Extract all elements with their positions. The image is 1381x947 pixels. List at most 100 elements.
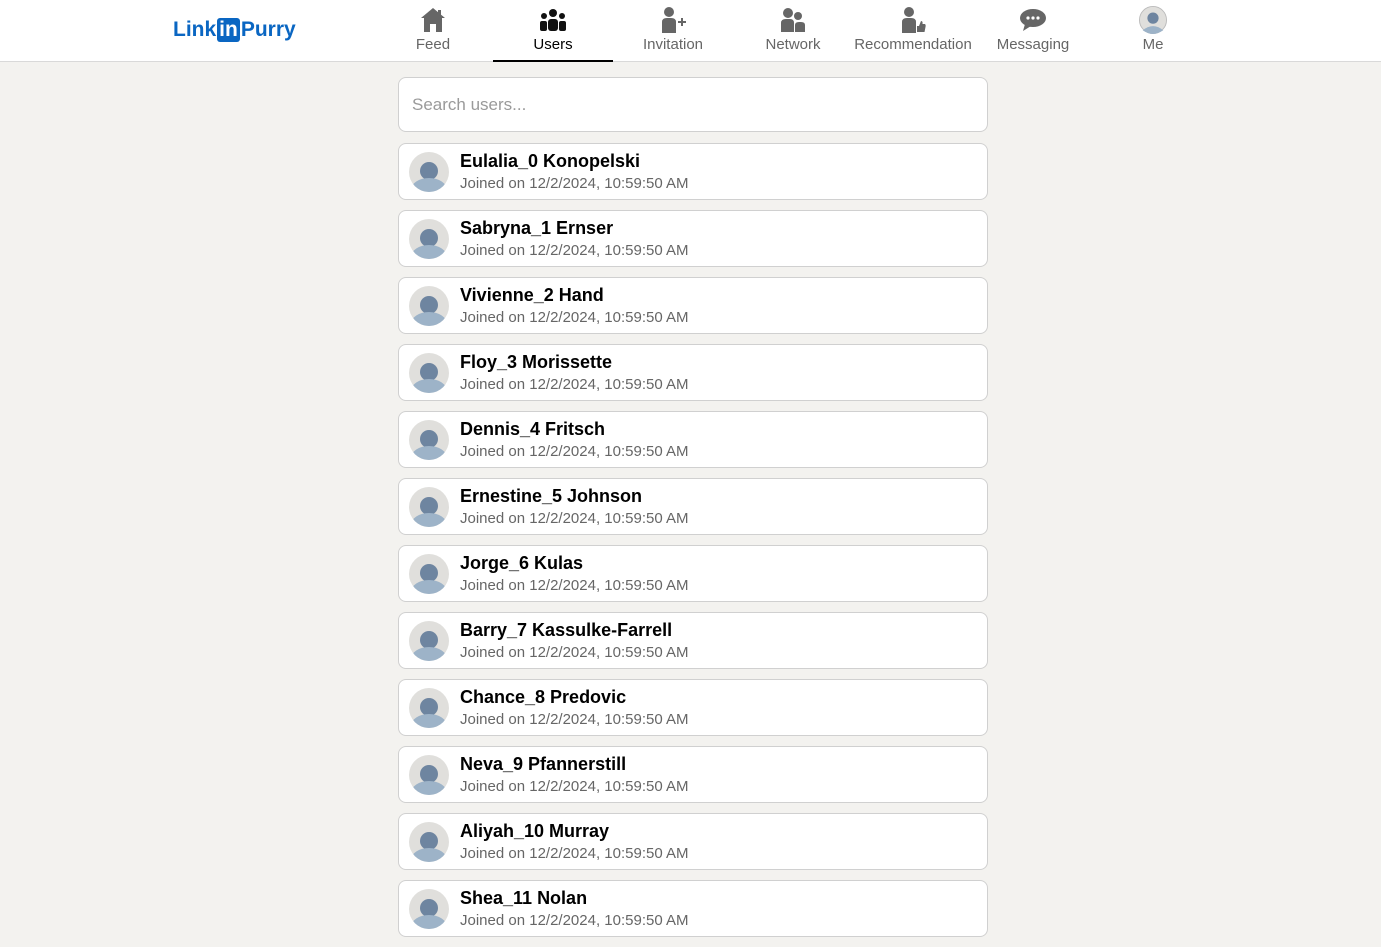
user-joined-date: Joined on 12/2/2024, 10:59:50 AM [460,844,689,862]
user-avatar [409,486,449,527]
user-text: Shea_11 Nolan Joined on 12/2/2024, 10:59:… [460,888,689,930]
nav-item-users[interactable]: Users [493,0,613,62]
nav-item-me[interactable]: Me [1093,0,1213,62]
nav-label-messaging: Messaging [996,36,1070,53]
avatar-head-shape [420,630,438,649]
user-joined-date: Joined on 12/2/2024, 10:59:50 AM [460,643,689,661]
users-icon [539,6,567,34]
user-name[interactable]: Chance_8 Predovic [460,687,689,708]
user-name[interactable]: Sabryna_1 Ernser [460,218,689,239]
user-joined-date: Joined on 12/2/2024, 10:59:50 AM [460,174,689,192]
user-avatar [409,620,449,661]
user-joined-date: Joined on 12/2/2024, 10:59:50 AM [460,576,689,594]
nav-item-feed[interactable]: Feed [373,0,493,62]
avatar-body-shape [411,713,447,728]
user-avatar [409,687,449,728]
user-list-item[interactable]: Floy_3 Morissette Joined on 12/2/2024, 10… [398,344,988,401]
avatar-head-shape [420,295,438,314]
user-text: Aliyah_10 Murray Joined on 12/2/2024, 10:… [460,821,689,863]
user-joined-date: Joined on 12/2/2024, 10:59:50 AM [460,375,689,393]
user-name[interactable]: Ernestine_5 Johnson [460,486,689,507]
user-name[interactable]: Shea_11 Nolan [460,888,689,909]
avatar-body-shape [411,646,447,661]
user-text: Dennis_4 Fritsch Joined on 12/2/2024, 10:… [460,419,689,461]
user-list-item[interactable]: Neva_9 Pfannerstill Joined on 12/2/2024, … [398,746,988,803]
user-avatar [409,285,449,326]
user-avatar [409,553,449,594]
nav-label-recommendation: Recommendation [854,36,972,53]
user-joined-date: Joined on 12/2/2024, 10:59:50 AM [460,509,689,527]
user-list-item[interactable]: Dennis_4 Fritsch Joined on 12/2/2024, 10:… [398,411,988,468]
user-joined-date: Joined on 12/2/2024, 10:59:50 AM [460,308,689,326]
nav-item-messaging[interactable]: Messaging [973,0,1093,62]
user-name[interactable]: Barry_7 Kassulke-Farrell [460,620,689,641]
user-list-item[interactable]: Barry_7 Kassulke-Farrell Joined on 12/2/2… [398,612,988,669]
user-text: Jorge_6 Kulas Joined on 12/2/2024, 10:59:… [460,553,689,595]
user-list-item[interactable]: Jorge_6 Kulas Joined on 12/2/2024, 10:59:… [398,545,988,602]
nav-item-network[interactable]: Network [733,0,853,62]
network-icon [779,6,807,34]
avatar-body-shape [411,914,447,929]
user-name[interactable]: Vivienne_2 Hand [460,285,689,306]
avatar-body-shape [411,780,447,795]
user-joined-date: Joined on 12/2/2024, 10:59:50 AM [460,777,689,795]
user-text: Ernestine_5 Johnson Joined on 12/2/2024, … [460,486,689,528]
user-joined-date: Joined on 12/2/2024, 10:59:50 AM [460,710,689,728]
recommendation-icon [899,6,927,34]
user-name[interactable]: Dennis_4 Fritsch [460,419,689,440]
home-icon [419,6,447,34]
top-navigation-bar: Link in Purry Feed Users Invitation Networ… [0,0,1381,62]
user-avatar [409,218,449,259]
user-plus-icon [659,6,687,34]
nav-label-network: Network [765,36,821,53]
user-avatar [409,888,449,929]
nav-label-feed: Feed [415,36,451,53]
user-name[interactable]: Aliyah_10 Murray [460,821,689,842]
avatar-head-shape [420,898,438,917]
avatar-head-shape [420,697,438,716]
avatar-body-shape [411,311,447,326]
nav-item-invitation[interactable]: Invitation [613,0,733,62]
user-text: Eulalia_0 Konopelski Joined on 12/2/2024,… [460,151,689,193]
main-nav: Feed Users Invitation Network Recommenda… [373,0,1213,62]
user-list: Eulalia_0 Konopelski Joined on 12/2/2024,… [398,143,988,947]
avatar-head-shape [420,496,438,515]
user-text: Chance_8 Predovic Joined on 12/2/2024, 10… [460,687,689,729]
avatar-head-shape [420,563,438,582]
message-icon [1019,6,1047,34]
user-list-item[interactable]: Vivienne_2 Hand Joined on 12/2/2024, 10:5… [398,277,988,334]
user-list-item[interactable]: Eulalia_0 Konopelski Joined on 12/2/2024,… [398,143,988,200]
user-text: Barry_7 Kassulke-Farrell Joined on 12/2/2… [460,620,689,662]
user-joined-date: Joined on 12/2/2024, 10:59:50 AM [460,241,689,259]
avatar-body-shape [411,177,447,192]
avatar-body-shape [411,579,447,594]
user-list-item[interactable]: Shea_11 Nolan Joined on 12/2/2024, 10:59:… [398,880,988,937]
linkinpurry-logo[interactable]: Link in Purry [173,17,296,43]
avatar-body-shape [411,512,447,527]
user-name[interactable]: Neva_9 Pfannerstill [460,754,689,775]
avatar-body-shape [411,244,447,259]
user-name[interactable]: Floy_3 Morissette [460,352,689,373]
avatar-head-shape [420,429,438,448]
nav-item-recommendation[interactable]: Recommendation [853,0,973,62]
user-name[interactable]: Eulalia_0 Konopelski [460,151,689,172]
user-text: Sabryna_1 Ernser Joined on 12/2/2024, 10:… [460,218,689,260]
user-list-item[interactable]: Chance_8 Predovic Joined on 12/2/2024, 10… [398,679,988,736]
user-joined-date: Joined on 12/2/2024, 10:59:50 AM [460,442,689,460]
user-list-item[interactable]: Aliyah_10 Murray Joined on 12/2/2024, 10:… [398,813,988,870]
nav-label-invitation: Invitation [642,36,704,53]
user-avatar [409,151,449,192]
user-list-item[interactable]: Sabryna_1 Ernser Joined on 12/2/2024, 10:… [398,210,988,267]
user-avatar [409,419,449,460]
user-list-item[interactable]: Ernestine_5 Johnson Joined on 12/2/2024, … [398,478,988,535]
user-avatar [409,754,449,795]
avatar-body-shape [411,445,447,460]
avatar-head-shape [420,161,438,180]
user-name[interactable]: Jorge_6 Kulas [460,553,689,574]
user-text: Neva_9 Pfannerstill Joined on 12/2/2024, … [460,754,689,796]
user-text: Floy_3 Morissette Joined on 12/2/2024, 10… [460,352,689,394]
avatar-icon [1139,6,1167,34]
user-avatar [409,821,449,862]
logo-badge: in [217,18,240,42]
search-input[interactable] [398,77,988,132]
